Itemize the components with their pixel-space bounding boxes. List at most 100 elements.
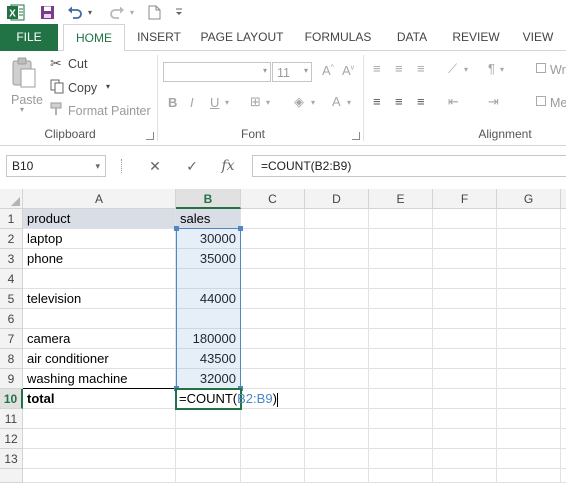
clipboard-launcher-icon[interactable] [146,132,154,140]
empty-cell[interactable] [305,409,369,429]
empty-cell[interactable] [369,429,433,449]
empty-cell[interactable] [369,229,433,249]
undo-dropdown-icon[interactable]: ▾ [86,3,94,21]
empty-cell[interactable] [241,469,305,483]
borders-icon[interactable]: ⊞ [250,94,261,110]
empty-cell[interactable] [305,269,369,289]
empty-cell[interactable] [23,409,176,429]
empty-cell[interactable] [497,469,561,483]
empty-cell[interactable] [497,369,561,389]
empty-cell[interactable] [433,309,497,329]
empty-cell[interactable] [23,449,176,469]
decrease-font-size-icon[interactable]: Av [342,63,354,78]
empty-cell[interactable] [241,349,305,369]
empty-cell[interactable] [369,289,433,309]
empty-cell[interactable] [433,249,497,269]
redo-dropdown-icon[interactable]: ▾ [128,3,136,21]
empty-cell[interactable] [433,409,497,429]
middle-align-icon[interactable]: ≡ [395,61,403,76]
tab-file[interactable]: FILE [0,24,58,51]
empty-cell[interactable] [369,309,433,329]
empty-cell[interactable] [433,209,497,229]
row-header[interactable]: 13 [0,449,23,469]
empty-cell[interactable] [305,389,369,409]
empty-cell[interactable] [369,209,433,229]
empty-cell[interactable] [305,449,369,469]
tab-formulas[interactable]: FORMULAS [300,24,376,51]
empty-cell[interactable] [561,209,566,229]
empty-cell[interactable] [497,389,561,409]
enter-button[interactable]: ✓ [180,156,204,176]
empty-cell[interactable] [176,409,241,429]
format-painter-button[interactable]: Format Painter [48,101,152,119]
align-left-icon[interactable]: ≡ [373,94,381,109]
cell-a6[interactable] [23,309,176,329]
tab-page-layout[interactable]: PAGE LAYOUT [196,24,288,51]
cell-b10-editor[interactable]: =COUNT(B2:B9) [175,388,285,408]
text-direction-dropdown-icon[interactable]: ▾ [500,65,504,74]
empty-cell[interactable] [497,329,561,349]
empty-cell[interactable] [497,249,561,269]
font-color-icon[interactable]: A [332,94,341,109]
empty-cell[interactable] [305,369,369,389]
empty-cell[interactable] [305,309,369,329]
align-right-icon[interactable]: ≡ [417,94,425,109]
insert-function-button[interactable]: fx [216,156,240,176]
borders-dropdown-icon[interactable]: ▾ [266,98,270,107]
empty-cell[interactable] [433,449,497,469]
empty-cell[interactable] [561,269,566,289]
row-header[interactable]: 3 [0,249,23,269]
empty-cell[interactable] [433,329,497,349]
empty-cell[interactable] [241,409,305,429]
row-header[interactable]: 1 [0,209,23,229]
empty-cell[interactable] [497,229,561,249]
empty-cell[interactable] [241,209,305,229]
cell-a3[interactable]: phone [23,249,176,269]
empty-cell[interactable] [241,369,305,389]
row-header[interactable] [0,469,23,483]
empty-cell[interactable] [23,469,176,483]
column-header-d[interactable]: D [305,189,369,209]
cell-b6[interactable] [176,309,241,329]
empty-cell[interactable] [305,349,369,369]
empty-cell[interactable] [497,349,561,369]
orientation-dropdown-icon[interactable]: ▾ [464,65,468,74]
empty-cell[interactable] [241,449,305,469]
cell-b2[interactable]: 30000 [176,229,241,249]
empty-cell[interactable] [561,349,566,369]
empty-cell[interactable] [561,409,566,429]
cell-b5[interactable]: 44000 [176,289,241,309]
empty-cell[interactable] [176,449,241,469]
underline-dropdown-icon[interactable]: ▾ [225,98,229,107]
empty-cell[interactable] [497,449,561,469]
increase-font-size-icon[interactable]: A^ [322,63,334,78]
empty-cell[interactable] [305,229,369,249]
empty-cell[interactable] [241,269,305,289]
cell-a10[interactable]: total [23,389,176,409]
row-header-active[interactable]: 10 [0,389,23,409]
bottom-align-icon[interactable]: ≡ [417,61,425,76]
empty-cell[interactable] [497,209,561,229]
save-icon[interactable] [38,3,56,21]
increase-indent-icon[interactable]: ⇥ [488,94,499,110]
paste-button[interactable]: Paste ▾ [6,55,43,117]
empty-cell[interactable] [241,249,305,269]
empty-cell[interactable] [369,349,433,369]
empty-cell[interactable] [561,329,566,349]
select-all-button[interactable] [0,189,23,209]
name-box[interactable]: B10 ▾ [6,155,106,177]
empty-cell[interactable] [369,389,433,409]
orientation-icon[interactable]: ⟋ [448,61,457,77]
empty-cell[interactable] [176,429,241,449]
empty-cell[interactable] [369,409,433,429]
empty-cell[interactable] [369,449,433,469]
undo-icon[interactable] [66,3,84,21]
font-name-dropdown[interactable]: ▾ [163,62,271,82]
empty-cell[interactable] [305,469,369,483]
cancel-button[interactable]: ✕ [143,156,167,176]
top-align-icon[interactable]: ≡ [373,61,381,76]
cell-b8[interactable]: 43500 [176,349,241,369]
column-header-a[interactable]: A [23,189,176,209]
empty-cell[interactable] [241,229,305,249]
tab-view[interactable]: VIEW [516,24,560,51]
